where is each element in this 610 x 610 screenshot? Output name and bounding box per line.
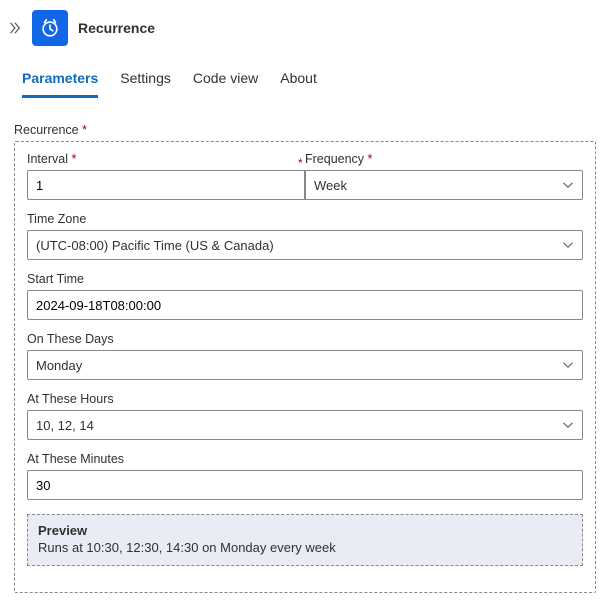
frequency-label: Frequency bbox=[305, 152, 583, 166]
collapse-chevron-icon[interactable] bbox=[6, 20, 22, 36]
chevron-down-icon bbox=[562, 359, 574, 371]
minutes-input[interactable] bbox=[27, 470, 583, 500]
tab-parameters[interactable]: Parameters bbox=[22, 60, 98, 98]
chevron-down-icon bbox=[562, 419, 574, 431]
timezone-value: (UTC-08:00) Pacific Time (US & Canada) bbox=[36, 238, 274, 253]
days-label: On These Days bbox=[27, 332, 583, 346]
panel-header: Recurrence bbox=[0, 0, 610, 60]
timezone-label: Time Zone bbox=[27, 212, 583, 226]
days-value: Monday bbox=[36, 358, 82, 373]
frequency-select[interactable]: Week bbox=[305, 170, 583, 200]
days-select[interactable]: Monday bbox=[27, 350, 583, 380]
timezone-select[interactable]: (UTC-08:00) Pacific Time (US & Canada) bbox=[27, 230, 583, 260]
preview-box: Preview Runs at 10:30, 12:30, 14:30 on M… bbox=[27, 514, 583, 566]
tab-code-view[interactable]: Code view bbox=[193, 60, 258, 98]
starttime-input[interactable] bbox=[27, 290, 583, 320]
minutes-label: At These Minutes bbox=[27, 452, 583, 466]
tab-about[interactable]: About bbox=[280, 60, 317, 98]
starttime-label: Start Time bbox=[27, 272, 583, 286]
tab-strip: Parameters Settings Code view About bbox=[0, 60, 610, 99]
preview-text: Runs at 10:30, 12:30, 14:30 on Monday ev… bbox=[38, 540, 572, 555]
tab-settings[interactable]: Settings bbox=[120, 60, 171, 98]
recurrence-fieldset: Interval Frequency Week Time Zone (UTC-0… bbox=[14, 141, 596, 593]
parameters-section: Recurrence Interval Frequency Week Time … bbox=[0, 99, 610, 593]
interval-input[interactable] bbox=[27, 170, 305, 200]
recurrence-tile-icon bbox=[32, 10, 68, 46]
section-title: Recurrence bbox=[14, 123, 596, 137]
panel-title: Recurrence bbox=[78, 20, 155, 36]
preview-title: Preview bbox=[38, 523, 572, 538]
hours-select[interactable]: 10, 12, 14 bbox=[27, 410, 583, 440]
frequency-value: Week bbox=[314, 178, 347, 193]
hours-value: 10, 12, 14 bbox=[36, 418, 94, 433]
hours-label: At These Hours bbox=[27, 392, 583, 406]
chevron-down-icon bbox=[562, 179, 574, 191]
chevron-down-icon bbox=[562, 239, 574, 251]
interval-label: Interval bbox=[27, 152, 305, 166]
